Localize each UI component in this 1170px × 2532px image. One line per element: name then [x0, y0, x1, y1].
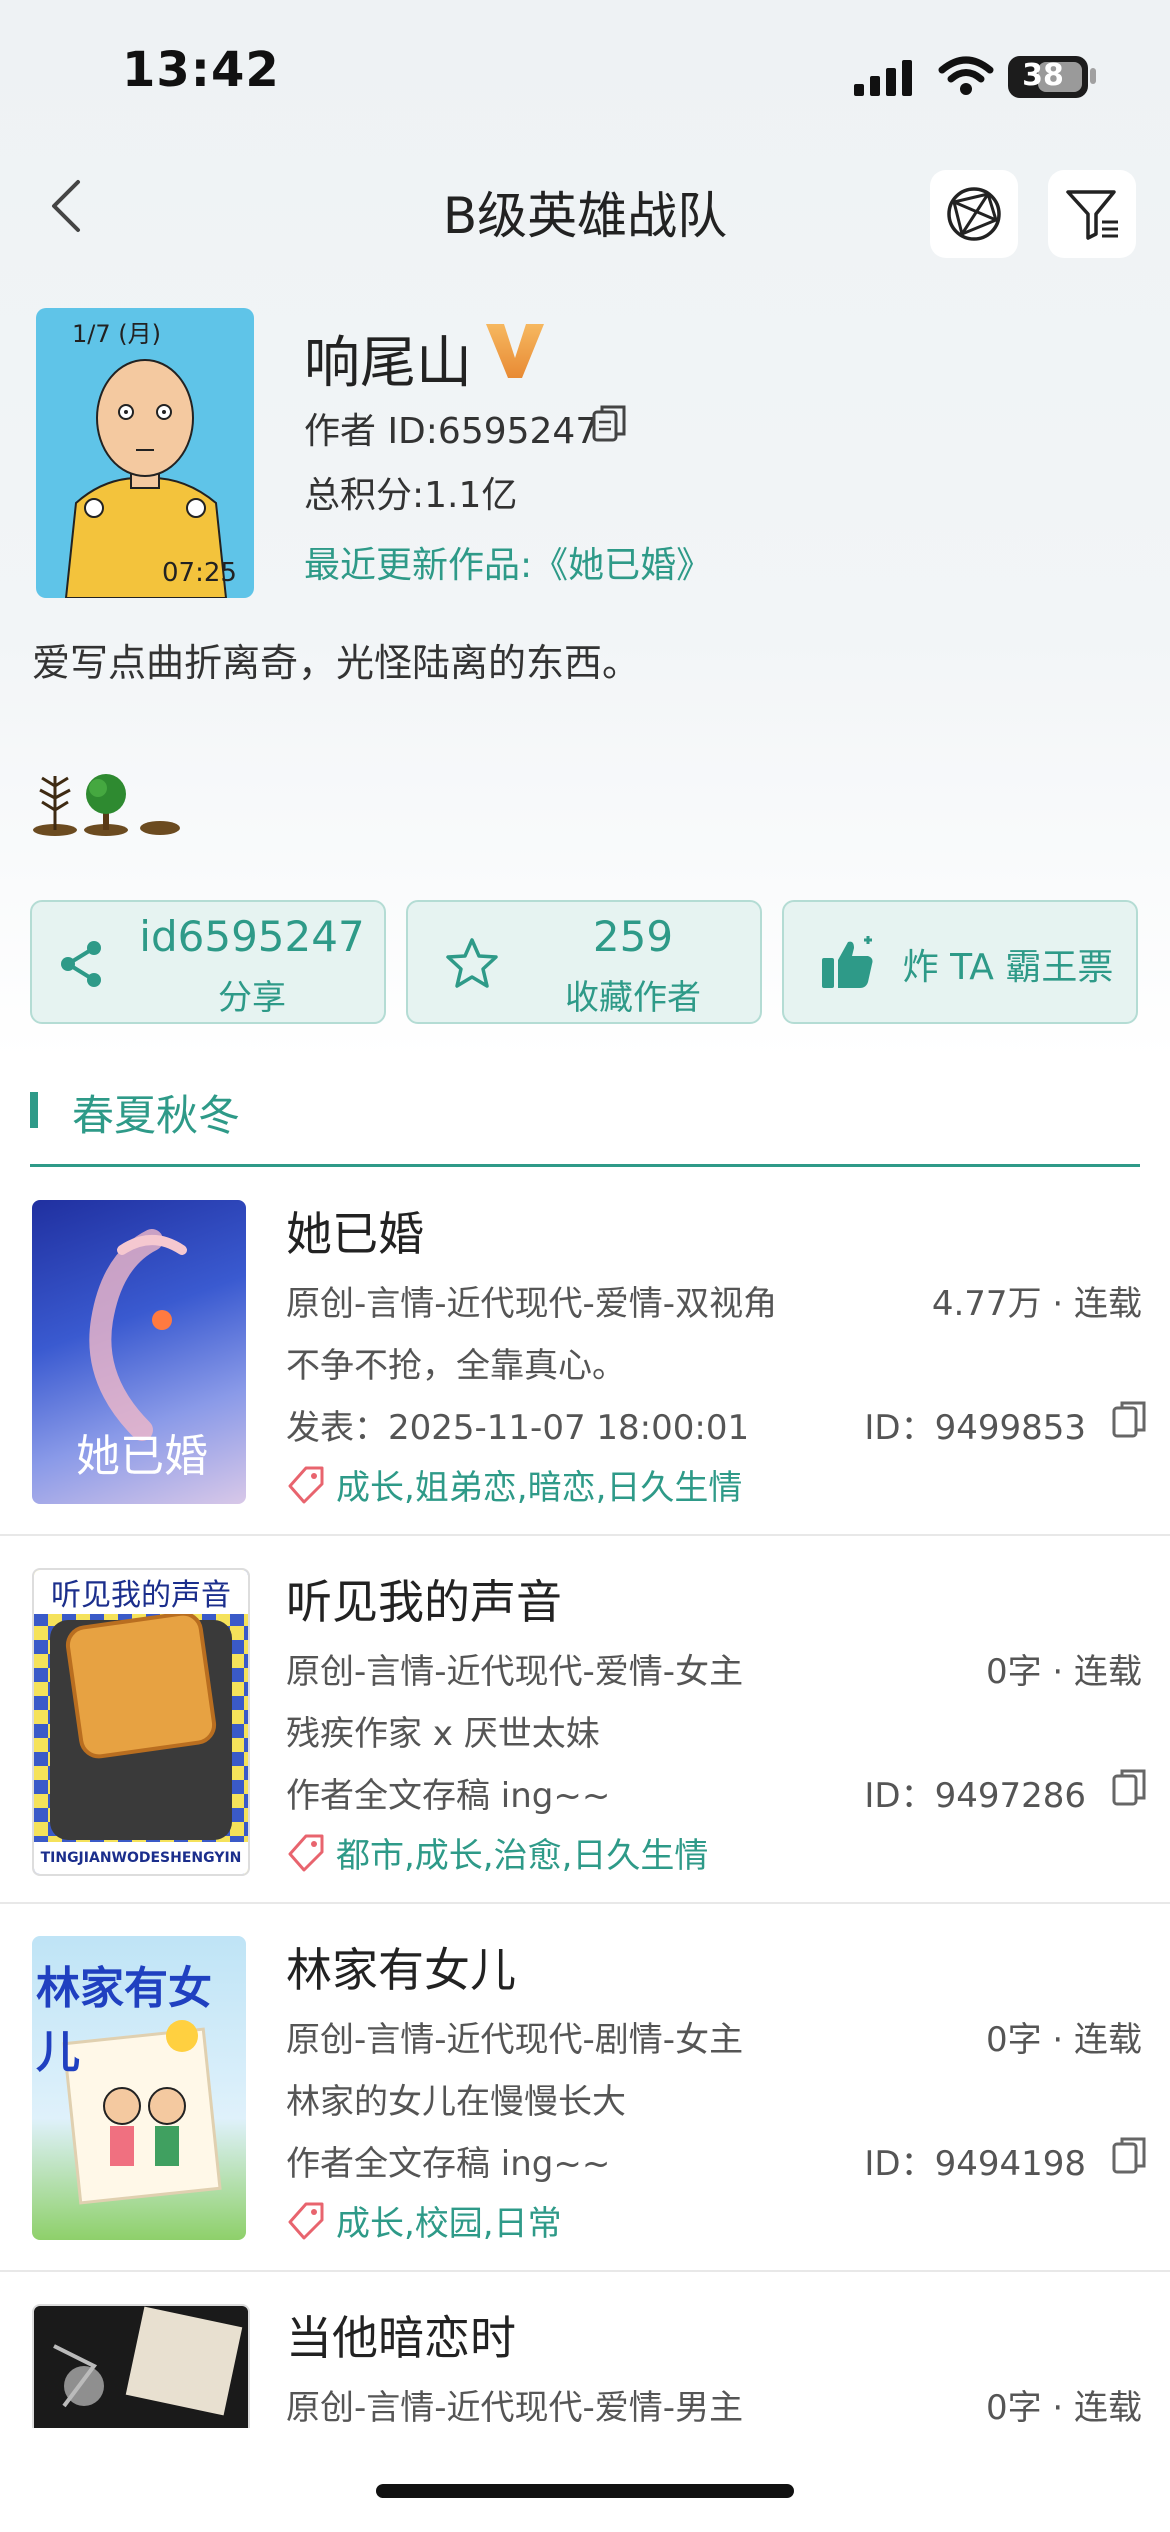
filter-icon	[1066, 190, 1118, 240]
book-genre: 原创-言情-近代现代-爱情-双视角	[286, 1284, 778, 1324]
green-tree-icon	[84, 774, 128, 836]
battery-cap	[1090, 68, 1096, 84]
bottom-safe-area	[0, 2428, 1170, 2532]
cover-title: 听见我的声音	[34, 1570, 248, 1614]
book-genre: 原创-言情-近代现代-剧情-女主	[286, 2020, 744, 2060]
filter-button[interactable]	[1048, 170, 1136, 258]
avatar-time: 07:25	[162, 558, 237, 588]
battery-icon: 38	[1008, 56, 1088, 98]
tag-icon	[288, 1834, 324, 1872]
share-label: 分享	[218, 978, 286, 1018]
share-button[interactable]: id6595247 分享	[30, 900, 386, 1024]
book-tags: 成长,校园,日常	[336, 2204, 562, 2244]
book-tags: 都市,成长,治愈,日久生情	[336, 1836, 709, 1876]
share-icon	[61, 941, 101, 987]
home-indicator[interactable]	[376, 2484, 794, 2498]
battery-level: 38	[1022, 58, 1064, 93]
book-item[interactable]: 她已婚 她已婚 原创-言情-近代现代-爱情-双视角 4.77万 · 连载 不争不…	[0, 1168, 1170, 1536]
recent-work-link[interactable]: 最近更新作品:《她已婚》	[304, 536, 712, 588]
book-item[interactable]: 听见我的声音 TINGJIANWODESHENGYIN 听见我的声音 原创-言情…	[0, 1536, 1170, 1904]
book-title[interactable]: 她已婚	[286, 1198, 424, 1264]
status-time: 13:42	[122, 42, 280, 98]
author-bio: 爱写点曲折离奇，光怪陆离的东西。	[32, 641, 641, 685]
book-status: 作者全文存稿 ing~~	[286, 2144, 611, 2184]
total-score: 总积分:1.1亿	[304, 475, 518, 516]
book-title[interactable]: 听见我的声音	[286, 1566, 562, 1632]
book-cover[interactable]: 她已婚	[32, 1200, 246, 1504]
book-title[interactable]: 当他暗恋时	[286, 2302, 516, 2368]
book-cover[interactable]: 林家有女儿	[32, 1936, 246, 2240]
book-id: ID：9499853	[864, 1408, 1086, 1448]
cover-title: 她已婚	[76, 1431, 208, 1482]
book-genre: 原创-言情-近代现代-爱情-女主	[286, 1652, 744, 1692]
copy-icon[interactable]	[1112, 2136, 1146, 2176]
section-divider	[30, 1164, 1140, 1167]
book-status: 作者全文存稿 ing~~	[286, 1776, 611, 1816]
vote-button[interactable]: 炸 TA 霸王票	[782, 900, 1138, 1024]
tag-icon	[288, 1466, 324, 1504]
book-stats: 4.77万 · 连载	[931, 1284, 1142, 1324]
avatar-illustration-icon	[64, 359, 228, 598]
book-cover[interactable]: 听见我的声音 TINGJIANWODESHENGYIN	[32, 1568, 250, 1876]
book-item[interactable]: 当他暗恋时 原创-言情-近代现代-爱情-男主 0字 · 连载	[0, 2272, 1170, 2428]
globe-button[interactable]	[930, 170, 1018, 258]
book-date: 发表：2025-11-07 18:00:01	[286, 1408, 750, 1448]
cover-title: 林家有女儿	[36, 1963, 212, 2078]
section-marker	[30, 1092, 38, 1128]
copy-icon[interactable]	[1112, 1768, 1146, 1808]
globe-icon	[947, 187, 1001, 241]
avatar[interactable]: 1/7 (月) 07:25	[36, 308, 254, 598]
tag-icon	[288, 2202, 324, 2240]
author-id: 作者 ID:6595247	[304, 411, 599, 452]
book-description: 不争不抢，全靠真心。	[286, 1346, 626, 1386]
star-icon	[446, 938, 498, 988]
copy-icon[interactable]	[592, 404, 626, 444]
book-stats: 0字 · 连载	[985, 2020, 1142, 2060]
thumbs-up-icon	[822, 936, 873, 988]
book-id: ID：9497286	[864, 1776, 1086, 1816]
book-item[interactable]: 林家有女儿 林家有女儿 原创-言情-近代现代-剧情-女主 0字 · 连载 林家的…	[0, 1904, 1170, 2272]
cover-art-icon	[53, 2306, 243, 2416]
favorite-author-button[interactable]: 259 收藏作者	[406, 900, 762, 1024]
book-stats: 0字 · 连载	[985, 2388, 1142, 2428]
book-genre: 原创-言情-近代现代-爱情-男主	[286, 2388, 744, 2428]
avatar-date: 1/7 (月)	[72, 320, 161, 348]
book-description: 林家的女儿在慢慢长大	[286, 2082, 626, 2122]
seed-icon	[140, 821, 180, 835]
favorite-label: 收藏作者	[565, 978, 701, 1018]
cover-subtitle: TINGJIANWODESHENGYIN	[34, 1842, 248, 1874]
book-stats: 0字 · 连载	[985, 1652, 1142, 1692]
share-id: id6595247	[139, 912, 365, 961]
book-description: 残疾作家 x 厌世太妹	[286, 1714, 600, 1754]
favorite-count: 259	[592, 912, 674, 961]
bare-tree-icon	[33, 776, 77, 836]
vip-badge-icon	[486, 324, 544, 378]
wifi-icon	[938, 56, 994, 95]
author-name: 响尾山	[304, 331, 472, 396]
book-cover[interactable]	[32, 2304, 250, 2428]
copy-icon[interactable]	[1112, 1400, 1146, 1440]
book-tags: 成长,姐弟恋,暗恋,日久生情	[336, 1468, 743, 1508]
section-title: 春夏秋冬	[72, 1091, 241, 1140]
book-id: ID：9494198	[864, 2144, 1086, 2184]
vote-label: 炸 TA 霸王票	[902, 947, 1114, 988]
signal-icon	[854, 60, 912, 96]
book-title[interactable]: 林家有女儿	[286, 1934, 516, 2000]
biscuit-icon	[65, 1611, 217, 1759]
